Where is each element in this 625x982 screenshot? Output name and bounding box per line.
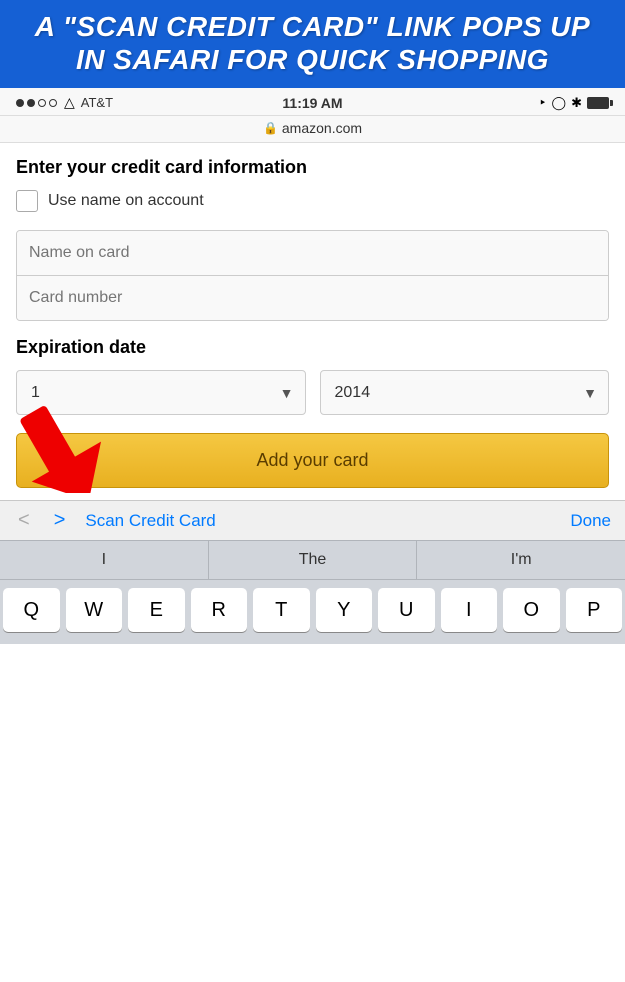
- status-bar: △ AT&T 11:19 AM ‣ ◯ ✱: [0, 88, 625, 116]
- key-y[interactable]: Y: [316, 588, 373, 632]
- safari-toolbar: < > Scan Credit Card Done: [0, 500, 625, 540]
- checkbox-label: Use name on account: [48, 192, 204, 210]
- year-select-wrapper: 2014 2015 2016 2017 2018 2019 2020 ▼: [320, 370, 610, 415]
- autocomplete-item-im[interactable]: I'm: [417, 541, 625, 579]
- alarm-icon: ◯: [552, 95, 567, 111]
- month-select[interactable]: 1 2 3 4 5 6 7 8 9 10 11 12: [16, 370, 306, 415]
- year-select[interactable]: 2014 2015 2016 2017 2018 2019 2020: [320, 370, 610, 415]
- autocomplete-bar: I The I'm: [0, 540, 625, 580]
- battery-icon: [587, 97, 609, 109]
- key-q[interactable]: Q: [3, 588, 60, 632]
- key-p[interactable]: P: [566, 588, 623, 632]
- key-i[interactable]: I: [441, 588, 498, 632]
- autocomplete-item-the[interactable]: The: [209, 541, 418, 579]
- autocomplete-item-i[interactable]: I: [0, 541, 209, 579]
- section-title: Enter your credit card information: [16, 157, 609, 178]
- expiry-label: Expiration date: [16, 337, 609, 358]
- url-text: amazon.com: [282, 120, 362, 136]
- keyboard: Q W E R T Y U I O P: [0, 580, 625, 644]
- key-t[interactable]: T: [253, 588, 310, 632]
- banner-text: A "SCAN CREDIT CARD" LINK POPS UP IN SAF…: [14, 10, 611, 76]
- signal-dot-2: [27, 99, 35, 107]
- signal-area: △ AT&T: [16, 94, 113, 111]
- wifi-icon: △: [64, 94, 75, 111]
- carrier-label: AT&T: [81, 95, 113, 110]
- signal-dot-3: [38, 99, 46, 107]
- expiry-row: 1 2 3 4 5 6 7 8 9 10 11 12 ▼ 2014 2015 2…: [16, 370, 609, 415]
- add-card-button[interactable]: Add your card: [16, 433, 609, 488]
- key-o[interactable]: O: [503, 588, 560, 632]
- keyboard-row-1: Q W E R T Y U I O P: [3, 588, 622, 632]
- add-card-section: Add your card: [16, 433, 609, 488]
- status-right: ‣ ◯ ✱: [539, 95, 609, 111]
- checkbox-row[interactable]: Use name on account: [16, 190, 609, 212]
- scan-credit-card-link[interactable]: Scan Credit Card: [85, 511, 554, 531]
- address-bar: 🔒 amazon.com: [0, 116, 625, 143]
- key-w[interactable]: W: [66, 588, 123, 632]
- card-input-group: [16, 230, 609, 321]
- signal-dot-1: [16, 99, 24, 107]
- banner: A "SCAN CREDIT CARD" LINK POPS UP IN SAF…: [0, 0, 625, 88]
- url-display: 🔒 amazon.com: [263, 120, 362, 136]
- back-button[interactable]: <: [14, 509, 34, 532]
- bluetooth-icon: ✱: [571, 95, 582, 111]
- page-content: Enter your credit card information Use n…: [0, 143, 625, 488]
- key-r[interactable]: R: [191, 588, 248, 632]
- use-name-checkbox[interactable]: [16, 190, 38, 212]
- time-display: 11:19 AM: [282, 95, 342, 111]
- done-button[interactable]: Done: [570, 511, 611, 531]
- key-u[interactable]: U: [378, 588, 435, 632]
- month-select-wrapper: 1 2 3 4 5 6 7 8 9 10 11 12 ▼: [16, 370, 306, 415]
- card-number-input[interactable]: [17, 275, 608, 320]
- forward-button[interactable]: >: [50, 509, 70, 532]
- location-icon: ‣: [539, 95, 547, 111]
- signal-dot-4: [49, 99, 57, 107]
- key-e[interactable]: E: [128, 588, 185, 632]
- lock-icon: 🔒: [263, 121, 278, 135]
- name-on-card-input[interactable]: [17, 231, 608, 275]
